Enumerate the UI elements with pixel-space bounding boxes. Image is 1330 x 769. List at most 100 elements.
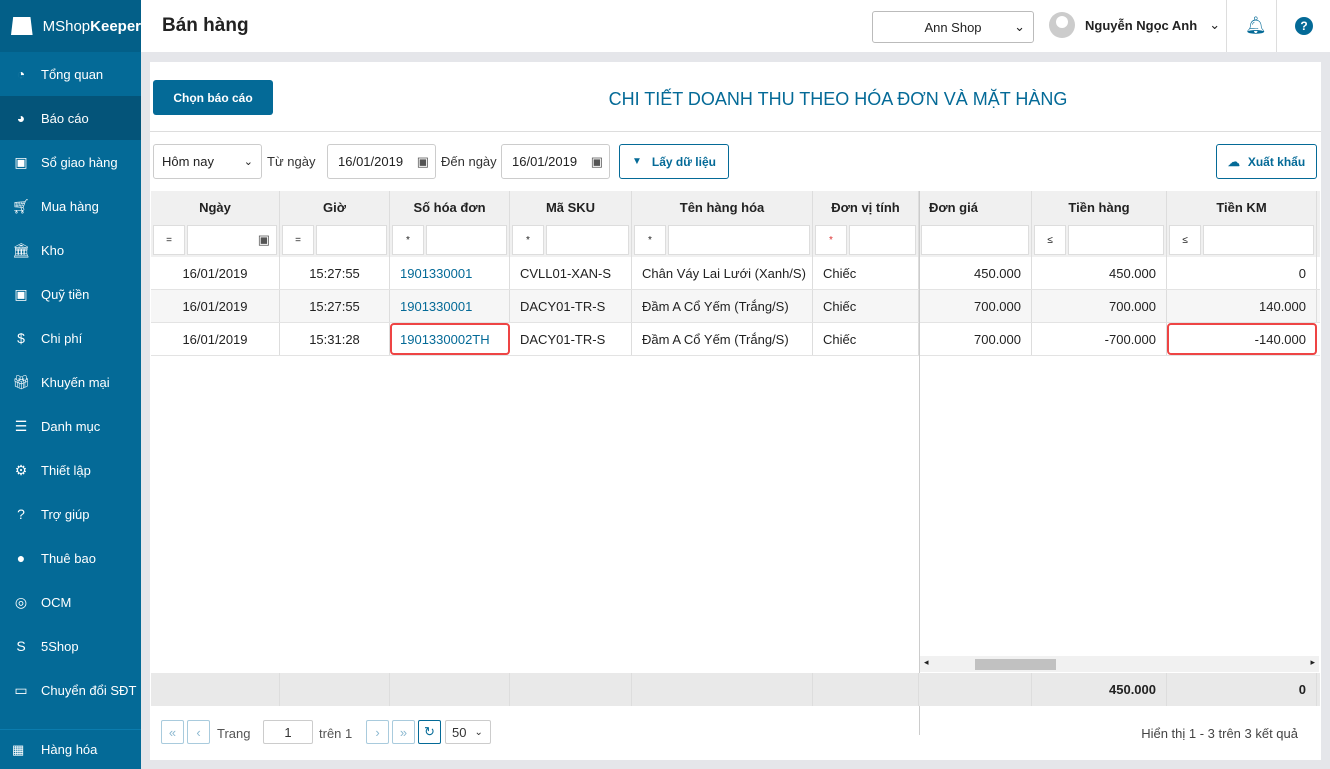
chevron-down-icon: ⌄	[243, 156, 253, 168]
calendar-icon[interactable]: ▣	[417, 154, 429, 170]
next-page-button[interactable]: ›	[366, 720, 389, 744]
filter-operator[interactable]: ≤	[1034, 225, 1066, 255]
sidebar-item-0[interactable]: ◔ Tổng quan	[0, 52, 141, 96]
avatar	[1049, 12, 1075, 38]
column-header[interactable]: Đơn giá	[919, 191, 1032, 223]
from-date-input[interactable]: 16/01/2019 ▣	[327, 144, 436, 179]
table-cell: DACY01-TR-S	[510, 323, 632, 355]
sidebar-item-14[interactable]: ▭ Chuyển đổi SĐT	[0, 668, 141, 712]
pagination: « ‹ Trang 1 trên 1 › » ↻ 50 ⌄ Hiển thị 1 …	[161, 720, 1311, 746]
sidebar-item-hang-hoa[interactable]: ▦ Hàng hóa	[0, 729, 141, 769]
table-cell[interactable]: 1901330001	[390, 290, 510, 322]
user-menu[interactable]: Nguyễn Ngọc Anh ⌄	[1049, 12, 1220, 38]
safe-icon: ▣	[14, 285, 28, 302]
table-cell: -700.000	[1032, 323, 1167, 355]
filter-row: = ▣ = * * * * ≤ ≤	[151, 223, 1320, 257]
filter-input[interactable]	[668, 225, 810, 255]
filter-input[interactable]	[426, 225, 507, 255]
ocm-icon: ◎	[14, 593, 28, 610]
help-icon[interactable]: ?	[1295, 17, 1313, 35]
sidebar-item-2[interactable]: ▣ Sổ giao hàng	[0, 140, 141, 184]
shop-select[interactable]: Ann Shop ⌄	[872, 11, 1034, 43]
sidebar-item-8[interactable]: ☰ Danh mục	[0, 404, 141, 448]
filter-operator[interactable]: *	[634, 225, 666, 255]
last-page-button[interactable]: »	[392, 720, 415, 744]
table-row[interactable]: 16/01/2019 15:31:28 1901330002TH DACY01-TR-…	[151, 323, 1320, 356]
logo[interactable]: MShop Keeper	[0, 0, 141, 52]
table-cell: Chiếc	[813, 290, 919, 322]
filter-operator[interactable]: *	[392, 225, 424, 255]
column-filter: ≤	[1167, 223, 1317, 257]
calendar-icon[interactable]: ▣	[258, 232, 270, 248]
chevron-down-icon: ⌄	[1209, 17, 1221, 32]
column-header[interactable]: Tiền hàng	[1032, 191, 1167, 223]
scroll-left-icon[interactable]: ◂	[924, 657, 929, 668]
filter-operator[interactable]: =	[282, 225, 314, 255]
filter-operator[interactable]: ≤	[1169, 225, 1201, 255]
calendar-icon[interactable]: ▣	[591, 154, 603, 170]
sidebar-item-10[interactable]: ? Trợ giúp	[0, 492, 141, 536]
filter-bar: Hôm nay ⌄ Từ ngày 16/01/2019 ▣ Đến ngày 16…	[153, 144, 1321, 179]
logo-text-bold: Keeper	[90, 17, 141, 35]
filter-input[interactable]	[1203, 225, 1314, 255]
filter-input[interactable]	[546, 225, 629, 255]
table-row[interactable]: 16/01/2019 15:27:55 1901330001 DACY01-TR-S Đ…	[151, 290, 1320, 323]
divider	[150, 131, 1321, 132]
column-header[interactable]: Giờ	[280, 191, 390, 223]
column-header[interactable]: Ngày	[151, 191, 280, 223]
bell-icon[interactable]: 🔔︎	[1245, 16, 1267, 36]
scroll-right-icon[interactable]: ▸	[1310, 657, 1315, 668]
sidebar-item-11[interactable]: ● Thuê bao	[0, 536, 141, 580]
sidebar-item-6[interactable]: $ Chi phí	[0, 316, 141, 360]
page-input[interactable]: 1	[263, 720, 313, 744]
top-header: Bán hàng Ann Shop ⌄ Nguyễn Ngọc Anh ⌄ 🔔︎ ?	[141, 0, 1330, 52]
sidebar-item-label: Chuyển đổi SĐT	[41, 682, 137, 698]
horizontal-scrollbar[interactable]: ◂ ▸	[920, 656, 1319, 672]
filter-input[interactable]	[921, 225, 1029, 255]
column-header[interactable]: Tiền KM	[1167, 191, 1317, 223]
sidebar-item-label: Trợ giúp	[41, 506, 90, 522]
first-page-button[interactable]: «	[161, 720, 184, 744]
column-header[interactable]: Tên hàng hóa	[632, 191, 813, 223]
sidebar-item-5[interactable]: ▣ Quỹ tiền	[0, 272, 141, 316]
sidebar-item-7[interactable]: 🎁︎ Khuyến mại	[0, 360, 141, 404]
sidebar-item-label: Chi phí	[41, 330, 83, 346]
filter-input[interactable]	[1068, 225, 1164, 255]
sidebar-item-1[interactable]: ◕ Báo cáo	[0, 96, 141, 140]
table-cell: DACY01-TR-S	[510, 290, 632, 322]
shopping-bag-icon	[11, 17, 33, 35]
period-select[interactable]: Hôm nay ⌄	[153, 144, 262, 179]
filter-operator[interactable]: *	[815, 225, 847, 255]
filter-input[interactable]: ▣	[187, 225, 277, 255]
column-header[interactable]: Mã SKU	[510, 191, 632, 223]
export-button[interactable]: ☁ Xuất khẩu	[1216, 144, 1317, 179]
table-row[interactable]: 16/01/2019 15:27:55 1901330001 CVLL01-XAN-S…	[151, 257, 1320, 290]
sidebar-item-13[interactable]: S 5Shop	[0, 624, 141, 668]
prev-page-button[interactable]: ‹	[187, 720, 210, 744]
scrollbar-thumb[interactable]	[975, 659, 1056, 670]
column-filter: *	[390, 223, 510, 257]
filter-operator[interactable]: =	[153, 225, 185, 255]
filter-input[interactable]	[849, 225, 916, 255]
table-cell[interactable]: 1901330001	[390, 257, 510, 289]
table-cell: Đầm A Cổ Yếm (Trắng/S)	[632, 290, 813, 322]
list-icon: ☰	[14, 417, 28, 434]
column-header[interactable]: Đơn vị tính	[813, 191, 919, 223]
table-cell[interactable]: 1901330002TH	[390, 323, 510, 355]
column-header[interactable]: Số hóa đơn	[390, 191, 510, 223]
gift-icon: 🎁︎	[12, 373, 30, 390]
pie-chart-icon: ◕	[16, 110, 26, 126]
refresh-icon[interactable]: ↻	[418, 720, 441, 744]
sidebar-item-4[interactable]: 🏛︎ Kho	[0, 228, 141, 272]
to-date-input[interactable]: 16/01/2019 ▣	[501, 144, 610, 179]
filter-operator[interactable]: *	[512, 225, 544, 255]
sidebar-item-label: 5Shop	[41, 638, 79, 654]
filter-input[interactable]	[316, 225, 387, 255]
sidebar-item-3[interactable]: 🛒︎ Mua hàng	[0, 184, 141, 228]
page-size-select[interactable]: 50 ⌄	[445, 720, 491, 744]
sidebar-item-12[interactable]: ◎ OCM	[0, 580, 141, 624]
sidebar-item-9[interactable]: ⚙ Thiết lập	[0, 448, 141, 492]
sidebar-item-label: Danh mục	[41, 418, 101, 434]
sidebar: MShop Keeper ◔ Tổng quan ◕ Báo cáo ▣ Sổ giao h…	[0, 0, 141, 769]
fetch-data-button[interactable]: ▼ Lấy dữ liệu	[619, 144, 729, 179]
